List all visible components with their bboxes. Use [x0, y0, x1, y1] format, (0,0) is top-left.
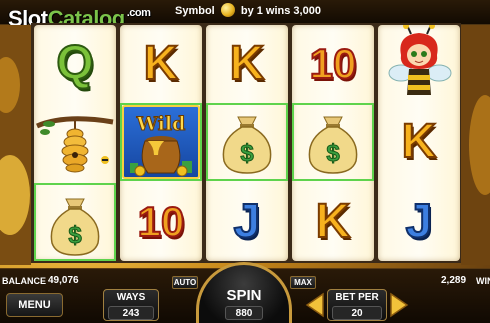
money-bag-icon: $	[292, 103, 374, 181]
svg-text:$: $	[68, 222, 82, 249]
paytable-prefix: Symbol	[175, 5, 215, 17]
honey-decoration-right	[461, 25, 490, 265]
win-value: 2,289	[441, 275, 467, 286]
symbol-label: Q	[55, 37, 94, 90]
top-bar: SlotCatalog .com Symbol by 1 wins 3,000	[0, 0, 490, 31]
symbol-k: K	[120, 25, 202, 103]
paytable-suffix: by 1 wins 3,000	[240, 5, 321, 17]
max-button[interactable]: MAX	[290, 276, 316, 289]
bee-girl-icon	[378, 25, 460, 103]
money-bag-icon: $	[206, 103, 288, 181]
bet-per-box: BET PER 20	[327, 289, 387, 321]
spin-label: SPIN	[226, 287, 262, 304]
wild-symbol: Wild	[120, 103, 202, 181]
symbol-k: K	[206, 25, 288, 103]
svg-text:$: $	[240, 140, 254, 167]
ways-box: WAYS 243	[103, 289, 159, 321]
win-label: WIN	[476, 276, 490, 286]
symbol-label: J	[233, 195, 262, 248]
reel-5: K J	[378, 25, 460, 261]
beehive-icon	[34, 103, 116, 181]
balance-label: BALANCE	[2, 276, 46, 286]
spin-total-bet: 880	[225, 306, 263, 320]
wild-tile: Wild	[122, 105, 200, 179]
honey-decoration-left	[0, 25, 31, 265]
menu-button[interactable]: MENU	[6, 293, 63, 317]
slot-game: SlotCatalog .com Symbol by 1 wins 3,000 Q	[0, 0, 490, 323]
symbol-label: 10	[309, 40, 358, 87]
reel-grid: Q $ K Wild 10 K $ J 10 $ K K J	[31, 23, 461, 263]
symbol-label: J	[405, 195, 434, 248]
symbol-label: K	[315, 195, 352, 248]
ways-value: 243	[108, 306, 154, 320]
symbol-j: J	[378, 183, 460, 261]
symbol-j: J	[206, 183, 288, 261]
symbol-q: Q	[34, 25, 116, 103]
reel-3: K $ J	[206, 25, 288, 261]
symbol-k: K	[292, 183, 374, 261]
ways-label: WAYS	[116, 292, 146, 303]
bet-decrease-arrow-icon[interactable]	[305, 292, 325, 318]
symbol-label: K	[143, 37, 180, 90]
bet-increase-arrow-icon[interactable]	[389, 292, 409, 318]
money-bag-icon: $	[34, 183, 116, 261]
paytable-message: Symbol by 1 wins 3,000	[175, 3, 321, 18]
symbol-10: 10	[120, 183, 202, 261]
symbol-label: K	[229, 37, 266, 90]
honey-pot-icon	[130, 136, 192, 177]
symbol-label: K	[401, 115, 438, 168]
symbol-label: 10	[137, 198, 186, 245]
logo-suffix: .com	[126, 7, 151, 19]
bet-per-label: BET PER	[335, 292, 379, 303]
symbol-k: K	[378, 103, 460, 181]
reel-2: K Wild 10	[120, 25, 202, 261]
balance-value: 49,076	[48, 275, 79, 286]
coin-icon	[220, 3, 235, 18]
reel-4: 10 $ K	[292, 25, 374, 261]
reel-1: Q $	[34, 25, 116, 261]
symbol-10: 10	[292, 25, 374, 103]
bet-per-value: 20	[332, 306, 382, 320]
auto-button[interactable]: AUTO	[172, 276, 198, 289]
svg-text:$: $	[326, 140, 340, 167]
